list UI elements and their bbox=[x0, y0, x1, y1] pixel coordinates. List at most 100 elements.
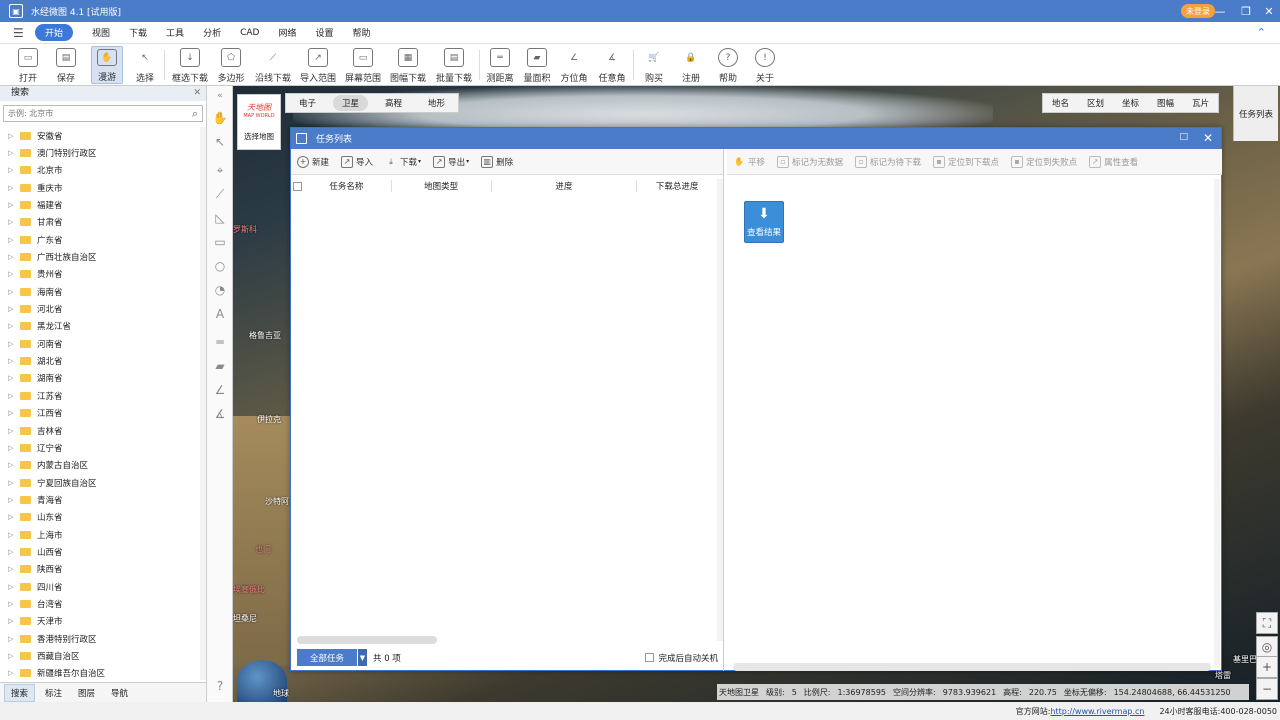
expand-arrow-icon[interactable]: ▷ bbox=[8, 305, 20, 313]
menu-analysis[interactable]: 分析 bbox=[203, 24, 221, 41]
tree-item[interactable]: ▷ 上海市 bbox=[0, 526, 206, 543]
tree-item[interactable]: ▷ 澳门特别行政区 bbox=[0, 144, 206, 161]
tree-item[interactable]: ▷ 内蒙古自治区 bbox=[0, 457, 206, 474]
tool-any-angle-button[interactable]: ∡ 任意角 bbox=[597, 46, 627, 85]
tab-annotation[interactable]: 标注 bbox=[39, 685, 68, 701]
expand-arrow-icon[interactable]: ▷ bbox=[8, 479, 20, 487]
tree-item[interactable]: ▷ 天津市 bbox=[0, 613, 206, 630]
maptype-satellite[interactable]: 卫星 bbox=[333, 95, 369, 111]
angle-icon[interactable]: ∡ bbox=[212, 406, 228, 422]
tool-help-button[interactable]: ? 帮助 bbox=[714, 46, 742, 84]
properties-button[interactable]: ↗ 属性查看 bbox=[1089, 155, 1138, 168]
menu-tools[interactable]: 工具 bbox=[166, 24, 184, 41]
expand-arrow-icon[interactable]: ▷ bbox=[8, 583, 20, 591]
col-progress[interactable]: 进度 bbox=[492, 180, 638, 192]
mark-no-data-button[interactable]: ▫ 标记为无数据 bbox=[777, 155, 843, 168]
expand-arrow-icon[interactable]: ▷ bbox=[8, 340, 20, 348]
zoom-in-button[interactable]: + bbox=[1256, 656, 1278, 678]
dialog-maximize-button[interactable]: □ bbox=[1179, 132, 1188, 142]
expand-arrow-icon[interactable]: ▷ bbox=[8, 409, 20, 417]
search-input[interactable] bbox=[4, 106, 174, 121]
tool-azimuth-button[interactable]: ∠ 方位角 bbox=[559, 46, 589, 85]
sector-icon[interactable]: ◔ bbox=[212, 282, 228, 298]
view-result-button[interactable]: ⬇ 查看结果 bbox=[744, 201, 784, 243]
all-tasks-button[interactable]: 全部任务 bbox=[297, 649, 357, 666]
tree-item[interactable]: ▷ 湖北省 bbox=[0, 352, 206, 369]
select-all-checkbox[interactable] bbox=[293, 181, 302, 191]
maptype-vector[interactable]: 电子 bbox=[290, 95, 325, 111]
tree-item[interactable]: ▷ 山东省 bbox=[0, 509, 206, 526]
overlay-tiles[interactable]: 瓦片 bbox=[1183, 97, 1218, 109]
expand-arrow-icon[interactable]: ▷ bbox=[8, 149, 20, 157]
import-task-button[interactable]: ↗ 导入 bbox=[341, 155, 373, 168]
expand-arrow-icon[interactable]: ▷ bbox=[8, 253, 20, 261]
login-button[interactable]: 未登录 bbox=[1181, 4, 1215, 18]
tree-item[interactable]: ▷ 陕西省 bbox=[0, 561, 206, 578]
expand-arrow-icon[interactable]: ▷ bbox=[8, 444, 20, 452]
tree-item[interactable]: ▷ 海南省 bbox=[0, 283, 206, 300]
tab-navigation[interactable]: 导航 bbox=[105, 685, 134, 701]
tool-save-button[interactable]: ▤ 保存 bbox=[52, 46, 80, 84]
help-icon[interactable]: ? bbox=[212, 678, 228, 694]
task-table-scrollbar[interactable] bbox=[717, 179, 723, 641]
expand-arrow-icon[interactable]: ▷ bbox=[8, 201, 20, 209]
tree-scrollbar[interactable] bbox=[200, 127, 206, 680]
polyline-icon[interactable]: ⟋ bbox=[212, 186, 228, 202]
hamburger-icon[interactable]: ☰ bbox=[13, 26, 27, 40]
tool-buy-button[interactable]: 🛒 购买 bbox=[640, 46, 668, 85]
overlay-placename[interactable]: 地名 bbox=[1043, 97, 1078, 109]
locate-download-point-button[interactable]: ▪ 定位到下载点 bbox=[933, 155, 999, 168]
tool-select-button[interactable]: ↖ 选择 bbox=[131, 46, 159, 85]
tree-item[interactable]: ▷ 宁夏回族自治区 bbox=[0, 474, 206, 491]
search-icon[interactable]: ⌕ bbox=[192, 107, 198, 121]
tab-search[interactable]: 搜索 bbox=[4, 683, 36, 702]
hand-icon[interactable]: ✋ bbox=[212, 110, 228, 126]
download-task-button[interactable]: ⤓ 下载 ▾ bbox=[385, 156, 421, 168]
chevron-down-icon[interactable]: ▼ bbox=[357, 649, 367, 666]
menu-help[interactable]: 帮助 bbox=[352, 24, 370, 41]
close-icon[interactable]: ✕ bbox=[193, 86, 201, 101]
expand-arrow-icon[interactable]: ▷ bbox=[8, 652, 20, 660]
detail-scrollbar[interactable] bbox=[1214, 179, 1220, 667]
menu-network[interactable]: 网络 bbox=[278, 24, 296, 41]
tool-rect-download-button[interactable]: ↓ 框选下载 bbox=[170, 46, 210, 84]
close-button[interactable]: ✕ bbox=[1261, 3, 1277, 19]
tree-item[interactable]: ▷ 吉林省 bbox=[0, 422, 206, 439]
menu-view[interactable]: 视图 bbox=[92, 24, 110, 41]
overlay-districts[interactable]: 区划 bbox=[1078, 97, 1113, 109]
expand-arrow-icon[interactable]: ▷ bbox=[8, 236, 20, 244]
expand-arrow-icon[interactable]: ▷ bbox=[8, 184, 20, 192]
pan-button[interactable]: ✋ 平移 bbox=[733, 156, 765, 168]
tree-item[interactable]: ▷ 辽宁省 bbox=[0, 439, 206, 456]
tree-item[interactable]: ▷ 黑龙江省 bbox=[0, 318, 206, 335]
tree-item[interactable]: ▷ 贵州省 bbox=[0, 266, 206, 283]
mark-pending-button[interactable]: ▫ 标记为待下载 bbox=[855, 155, 921, 168]
expand-arrow-icon[interactable]: ▷ bbox=[8, 357, 20, 365]
collapse-left-icon[interactable]: « bbox=[212, 88, 228, 104]
expand-arrow-icon[interactable]: ▷ bbox=[8, 565, 20, 573]
expand-arrow-icon[interactable]: ▷ bbox=[8, 166, 20, 174]
menu-start[interactable]: 开始 bbox=[35, 24, 74, 41]
tree-item[interactable]: ▷ 台湾省 bbox=[0, 595, 206, 612]
expand-arrow-icon[interactable]: ▷ bbox=[8, 635, 20, 643]
locate-failed-point-button[interactable]: ▪ 定位到失败点 bbox=[1011, 155, 1077, 168]
col-total-progress[interactable]: 下载总进度 bbox=[637, 180, 717, 192]
zoom-out-button[interactable]: − bbox=[1256, 678, 1278, 700]
menu-cad[interactable]: CAD bbox=[240, 26, 259, 40]
tree-item[interactable]: ▷ 山西省 bbox=[0, 543, 206, 560]
maptype-elevation[interactable]: 高程 bbox=[376, 95, 411, 111]
tree-item[interactable]: ▷ 广西壮族自治区 bbox=[0, 248, 206, 265]
expand-arrow-icon[interactable]: ▷ bbox=[8, 218, 20, 226]
task-table-hscroll[interactable] bbox=[297, 636, 437, 644]
cursor-icon[interactable]: ↖ bbox=[212, 134, 228, 150]
tree-item[interactable]: ▷ 江西省 bbox=[0, 405, 206, 422]
tree-item[interactable]: ▷ 福建省 bbox=[0, 196, 206, 213]
expand-arrow-icon[interactable]: ▷ bbox=[8, 531, 20, 539]
tool-polygon-button[interactable]: ⬠ 多边形 bbox=[216, 46, 246, 84]
tool-about-button[interactable]: ! 关于 bbox=[751, 46, 779, 84]
expand-arrow-icon[interactable]: ▷ bbox=[8, 288, 20, 296]
fullextent-icon[interactable]: ⛶ bbox=[1256, 612, 1278, 634]
tool-measure-area-button[interactable]: ▰ 量面积 bbox=[522, 46, 552, 84]
tool-line-download-button[interactable]: ⟋ 沿线下载 bbox=[254, 46, 292, 85]
minimize-button[interactable]: — bbox=[1212, 3, 1228, 19]
